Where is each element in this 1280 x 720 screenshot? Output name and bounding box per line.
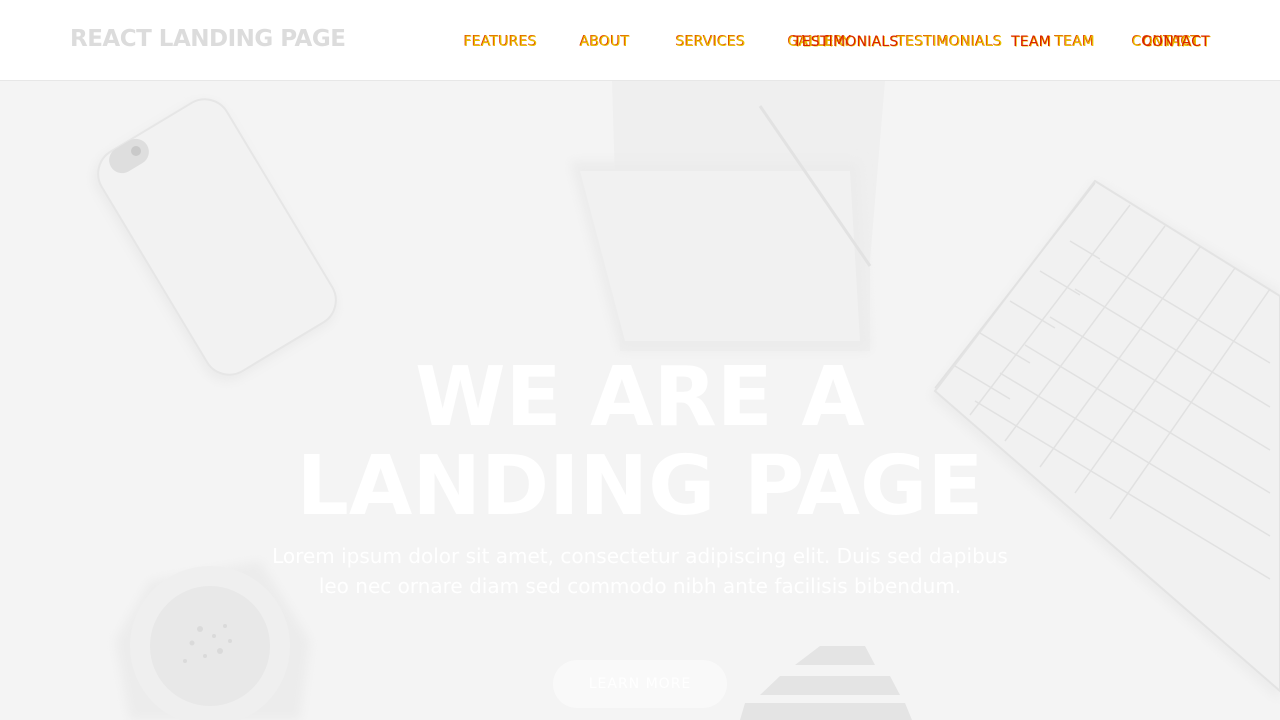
learn-more-button[interactable]: LEARN MORE [553, 660, 727, 708]
nav-link-ghost-team: TEAM [1011, 34, 1051, 50]
nav-link-services[interactable]: SERVICES [676, 34, 746, 50]
nav-link-about[interactable]: ABOUT [580, 34, 630, 50]
hero-title-line1: WE ARE A [415, 350, 865, 445]
nav-link-testimonials[interactable]: TESTIMONIALS [897, 34, 1002, 50]
navbar: REACT LANDING PAGE FEATURES ABOUT SERVIC… [0, 0, 1280, 81]
hero-subtitle: Lorem ipsum dolor sit amet, consectetur … [272, 544, 1008, 598]
notebook-shape [570, 81, 885, 351]
nav-link-ghost-contact: CONTACT [1142, 34, 1210, 50]
nav-link-ghost-testimonials: TESTIMONIALS [793, 34, 899, 50]
hero-section: WE ARE A LANDING PAGE Lorem ipsum dolor … [0, 81, 1280, 720]
nav-link-features[interactable]: FEATURES [464, 34, 537, 50]
hero-title-line2: LANDING PAGE [296, 439, 984, 534]
hero-title: WE ARE A LANDING PAGE [0, 353, 1280, 531]
brand-title[interactable]: REACT LANDING PAGE [70, 26, 346, 52]
nav-link-team[interactable]: TEAM [1055, 34, 1095, 50]
